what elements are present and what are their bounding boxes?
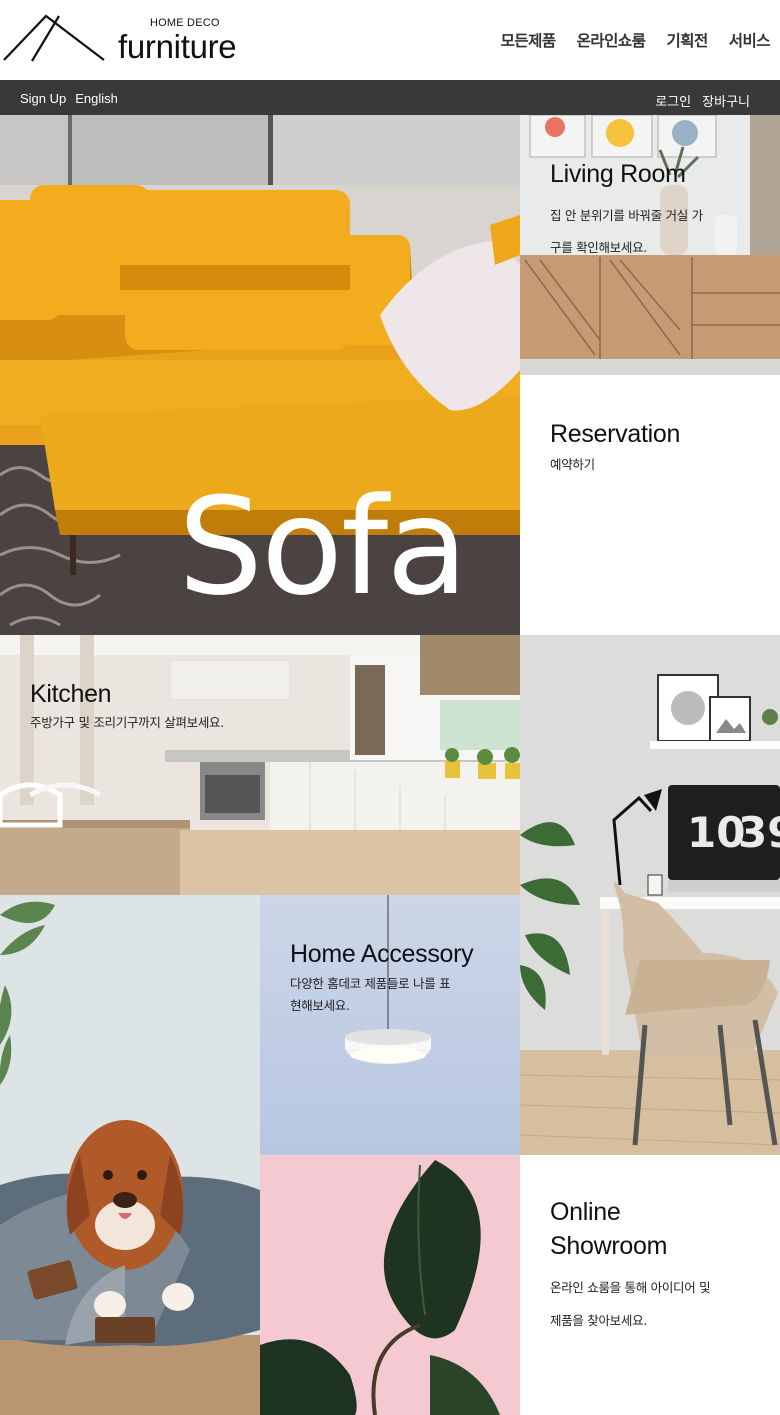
utility-right: 로그인 장바구니 bbox=[655, 91, 750, 110]
site-header: HOME DECO furniture 모든제품 온라인쇼룸 기획전 서비스 bbox=[0, 0, 780, 80]
living-room-title: Living Room bbox=[550, 160, 686, 188]
cart-link[interactable]: 장바구니 bbox=[702, 91, 750, 110]
kitchen-tile[interactable]: Kitchen 주방가구 및 조리기구까지 살펴보세요. bbox=[0, 635, 520, 895]
home-accessory-tile[interactable]: Home Accessory 다양한 홈데코 제품들로 나를 표 현해보세요. bbox=[260, 895, 520, 1155]
sofa-heading: Sofa bbox=[178, 469, 468, 625]
nav-item-all-products[interactable]: 모든제품 bbox=[501, 29, 557, 51]
online-showroom-desc-1: 온라인 쇼룸을 통해 아이디어 및 bbox=[550, 1280, 711, 1295]
roof-logo-icon bbox=[3, 14, 105, 62]
site-logo[interactable]: HOME DECO furniture bbox=[2, 12, 252, 72]
living-room-desc-2: 구를 확인해보세요. bbox=[550, 240, 647, 255]
clock-hour: 10 bbox=[687, 808, 745, 857]
desk-photo-tile[interactable]: 10 39 bbox=[520, 635, 780, 1155]
kitchen-title: Kitchen bbox=[30, 680, 112, 708]
online-showroom-title-2: Showroom bbox=[550, 1232, 668, 1260]
kitchen-photo bbox=[0, 635, 520, 895]
logo-wordmark: furniture bbox=[118, 28, 237, 65]
language-link[interactable]: English bbox=[75, 91, 118, 106]
nav-item-online-showroom[interactable]: 온라인쇼룸 bbox=[577, 29, 646, 51]
online-showroom-tile[interactable]: Online Showroom 온라인 쇼룸을 통해 아이디어 및 제품을 찾아… bbox=[520, 1155, 780, 1415]
sofa-hero-tile[interactable]: Sofa bbox=[0, 115, 520, 635]
utility-left: Sign Up English bbox=[20, 91, 118, 106]
home-accessory-desc-1: 다양한 홈데코 제품들로 나를 표 bbox=[290, 976, 451, 991]
reservation-title: Reservation bbox=[550, 420, 681, 448]
home-accessory-title: Home Accessory bbox=[290, 940, 474, 968]
dog-photo-tile[interactable] bbox=[0, 895, 260, 1415]
nav-item-service[interactable]: 서비스 bbox=[729, 29, 771, 51]
online-showroom-title-1: Online bbox=[550, 1198, 621, 1226]
dog-photo bbox=[0, 895, 260, 1415]
clock-minute: 39 bbox=[738, 808, 780, 857]
workspace-photo: 10 39 bbox=[520, 635, 780, 1155]
reservation-desc: 예약하기 bbox=[550, 457, 595, 472]
plant-photo-tile[interactable] bbox=[260, 1155, 520, 1415]
login-link[interactable]: 로그인 bbox=[655, 91, 691, 110]
living-room-tile[interactable]: Living Room 집 안 분위기를 바꿔줄 거실 가 구를 확인해보세요. bbox=[520, 115, 780, 375]
kitchen-desc: 주방가구 및 조리기구까지 살펴보세요. bbox=[30, 715, 224, 730]
sign-up-link[interactable]: Sign Up bbox=[20, 91, 66, 106]
online-showroom-desc-2: 제품을 찾아보세요. bbox=[550, 1313, 647, 1328]
pendant-lamp-photo bbox=[260, 895, 520, 1155]
main-nav: 모든제품 온라인쇼룸 기획전 서비스 bbox=[501, 29, 771, 51]
rubber-plant-photo bbox=[260, 1155, 520, 1415]
reservation-tile[interactable]: Reservation 예약하기 bbox=[520, 375, 780, 635]
nav-item-promotion[interactable]: 기획전 bbox=[666, 29, 708, 51]
utility-bar: Sign Up English 로그인 장바구니 bbox=[0, 80, 780, 115]
home-accessory-desc-2: 현해보세요. bbox=[290, 998, 350, 1013]
living-room-desc-1: 집 안 분위기를 바꿔줄 거실 가 bbox=[550, 208, 703, 223]
